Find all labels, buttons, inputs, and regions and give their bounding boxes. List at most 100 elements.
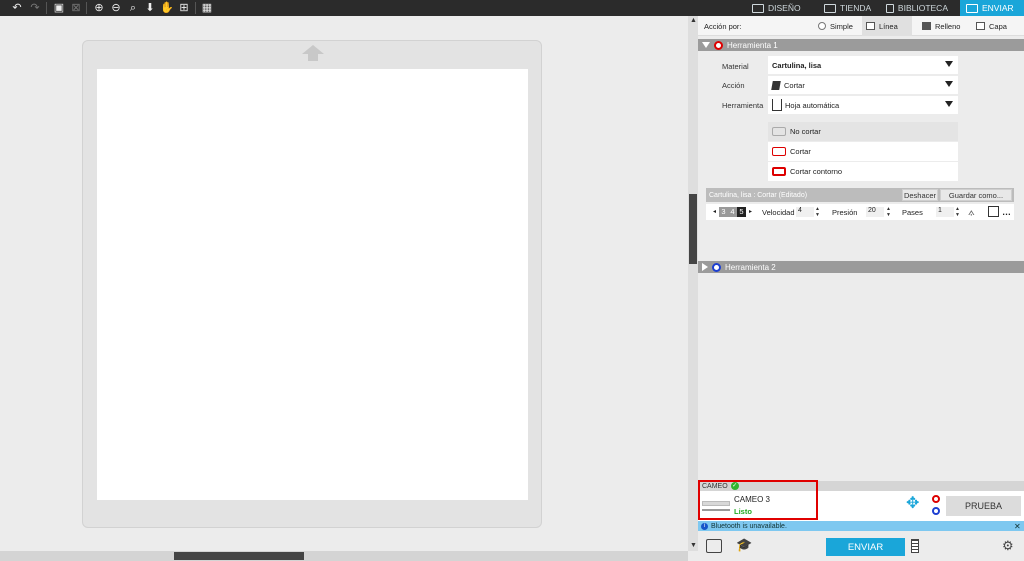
presion-label: Presión xyxy=(832,208,858,217)
tab-biblioteca[interactable]: BIBLIOTECA xyxy=(886,0,948,16)
tab-enviar[interactable]: ENVIAR xyxy=(960,0,1024,16)
zoom-select-icon[interactable]: ⌕ xyxy=(126,1,140,15)
tab-label: DISEÑO xyxy=(768,3,801,13)
radio-icon xyxy=(818,22,826,30)
scroll-down-icon[interactable]: ▼ xyxy=(690,542,697,549)
top-navigation: DISEÑO TIENDA BIBLIOTECA ENVIAR xyxy=(700,0,1024,16)
blade-depth[interactable]: ◂ 3 4 5 ▸ xyxy=(710,207,755,217)
bluetooth-notice: i Bluetooth is unavailable. ✕ xyxy=(698,521,1024,531)
tab-label: BIBLIOTECA xyxy=(897,3,948,13)
tab-diseno[interactable]: DISEÑO xyxy=(752,0,818,16)
tool1-indicator-icon xyxy=(932,495,940,503)
tutorial-cap-icon[interactable]: 🎓 xyxy=(736,537,752,553)
pases-input[interactable]: 1 xyxy=(936,207,954,217)
highlight-frame xyxy=(698,480,818,520)
blade-right-arrow-icon[interactable]: ▸ xyxy=(746,207,755,217)
material-select[interactable]: Cartulina, lisa xyxy=(768,56,958,74)
feed-direction-arrow-stem xyxy=(308,54,318,61)
presion-spinner-icon[interactable]: ▲ ▼ xyxy=(886,206,891,218)
horizontal-scrollbar[interactable] xyxy=(0,551,688,561)
design-canvas[interactable] xyxy=(0,16,688,551)
cut-option-cortar-contorno[interactable]: Cortar contorno xyxy=(768,162,958,181)
tab-label: TIENDA xyxy=(840,3,872,13)
page-area[interactable] xyxy=(97,69,528,500)
option-label: Línea xyxy=(879,21,898,31)
velocidad-spinner-icon[interactable]: ▲ ▼ xyxy=(815,206,820,218)
send-icon xyxy=(966,3,978,13)
drag-zoom-icon[interactable]: ⬇ xyxy=(143,1,157,15)
option-label: Cortar contorno xyxy=(790,167,843,176)
no-cut-icon xyxy=(772,127,786,136)
preset-bar: Cartulina, lisa : Cortar (Editado) Desha… xyxy=(706,188,1014,202)
tool2-indicator-icon xyxy=(932,507,940,515)
cut-option-no-cortar[interactable]: No cortar xyxy=(768,122,958,141)
action-option-simple[interactable]: Simple xyxy=(814,16,857,36)
save-as-button[interactable]: Guardar como... xyxy=(940,189,1012,201)
cut-edge-icon xyxy=(772,167,786,176)
presion-input[interactable]: 20 xyxy=(866,207,884,217)
option-label: Cortar xyxy=(790,147,811,156)
action-by-label: Acción por: xyxy=(704,22,742,31)
vertical-scroll-thumb[interactable] xyxy=(689,194,697,264)
group-icon[interactable]: ▣ xyxy=(52,1,66,15)
tool2-header[interactable]: Herramienta 2 xyxy=(698,261,1024,273)
gear-icon[interactable]: ⚙ xyxy=(1002,538,1014,554)
feed-direction-arrow-icon xyxy=(302,45,324,54)
main-toolbar: ↶ ↷ ▣ ⊠ ⊕ ⊖ ⌕ ⬇ ✋ ⊞ ▦ xyxy=(0,0,700,16)
more-options-icon[interactable]: … xyxy=(1002,207,1011,217)
horizontal-scroll-thumb[interactable] xyxy=(174,552,304,560)
send-button[interactable]: ENVIAR xyxy=(826,538,905,556)
pases-spinner-icon[interactable]: ▲ ▼ xyxy=(955,206,960,218)
fit-page-icon[interactable]: ⊞ xyxy=(177,1,191,15)
blade-digit: 3 xyxy=(719,207,728,217)
toolbar-divider xyxy=(86,2,87,14)
tool1-header[interactable]: Herramienta 1 xyxy=(698,39,1024,51)
ungroup-icon[interactable]: ⊠ xyxy=(69,1,83,15)
blade-digit: 4 xyxy=(728,207,737,217)
fill-icon xyxy=(922,22,931,30)
cut-icon xyxy=(772,147,786,156)
tab-tienda[interactable]: TIENDA xyxy=(824,0,886,16)
zoom-out-icon[interactable]: ⊖ xyxy=(109,1,123,15)
zoom-in-icon[interactable]: ⊕ xyxy=(92,1,106,15)
material-value: Cartulina, lisa xyxy=(772,60,822,70)
velocidad-input[interactable]: 4 xyxy=(796,207,814,217)
herramienta-select[interactable]: Hoja automática xyxy=(768,96,958,114)
close-icon[interactable]: ✕ xyxy=(1014,522,1021,531)
send-history-icon[interactable] xyxy=(706,539,722,553)
material-label: Material xyxy=(722,62,749,71)
scroll-up-icon[interactable]: ▲ xyxy=(690,17,697,24)
tool1-ring-icon xyxy=(714,40,723,50)
herramienta-label: Herramienta xyxy=(722,101,764,110)
blade-icon xyxy=(771,80,781,90)
accion-value: Cortar xyxy=(784,80,805,90)
grid-icon[interactable]: ▦ xyxy=(200,1,214,15)
collapse-icon xyxy=(702,42,710,48)
overcut-icon[interactable] xyxy=(988,206,999,217)
test-button[interactable]: PRUEBA xyxy=(946,496,1021,516)
action-option-capa[interactable]: Capa xyxy=(972,16,1011,36)
blade-digit: 5 xyxy=(737,207,746,217)
pases-label: Pases xyxy=(902,208,923,217)
action-option-relleno[interactable]: Relleno xyxy=(918,16,964,36)
blade-left-arrow-icon[interactable]: ◂ xyxy=(710,207,719,217)
undo-button[interactable]: Deshacer xyxy=(902,189,938,201)
media-list-icon[interactable] xyxy=(911,539,919,553)
undo-icon[interactable]: ↶ xyxy=(10,1,24,15)
line-segment-icon[interactable]: ⟑ xyxy=(968,206,975,219)
accion-select[interactable]: Cortar xyxy=(768,76,958,94)
cutting-mat xyxy=(82,40,542,528)
tool2-ring-icon xyxy=(712,262,721,272)
move-arrows-icon[interactable]: ✥ xyxy=(906,496,919,512)
vertical-scrollbar[interactable]: ▲ ▼ xyxy=(688,16,698,551)
toolbar-divider xyxy=(195,2,196,14)
redo-icon[interactable]: ↷ xyxy=(28,1,42,15)
store-icon xyxy=(824,3,836,13)
cut-option-cortar[interactable]: Cortar xyxy=(768,142,958,161)
tool2-title: Herramienta 2 xyxy=(725,262,776,272)
pan-hand-icon[interactable]: ✋ xyxy=(160,1,174,15)
panel-footer: 🎓 ENVIAR ⚙ xyxy=(698,531,1024,561)
herramienta-value: Hoja automática xyxy=(785,100,840,110)
action-option-linea[interactable]: Línea xyxy=(862,16,912,36)
option-label: Capa xyxy=(989,21,1007,31)
